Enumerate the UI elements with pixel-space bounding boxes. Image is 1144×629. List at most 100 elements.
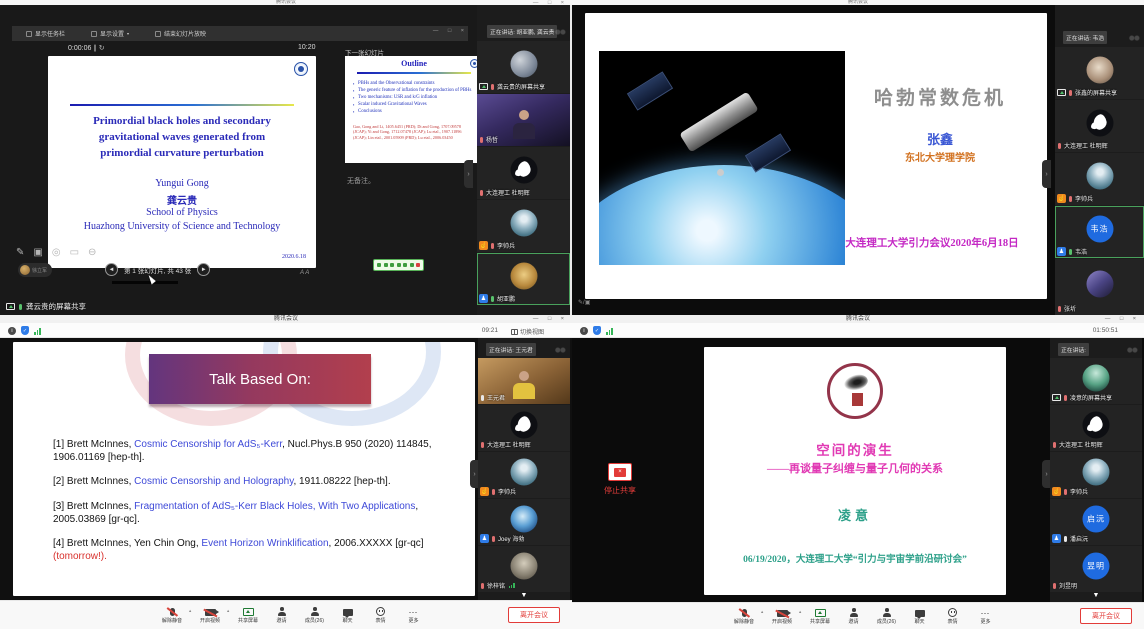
person-silhouette	[513, 123, 535, 139]
more-options-icon[interactable]: ⊖	[88, 247, 96, 258]
meeting-info-icon[interactable]: i	[8, 327, 16, 335]
avatar	[511, 412, 538, 439]
zoom-icon[interactable]: ◎	[52, 247, 61, 258]
participant-tile[interactable]: ☝李帅兵	[478, 452, 570, 498]
show-taskbar-button[interactable]: 显示任务栏	[26, 29, 65, 38]
prev-slide-button[interactable]: ◄	[105, 263, 118, 276]
window-controls[interactable]: — □ ×	[533, 316, 568, 322]
avatar	[510, 156, 537, 183]
display-settings-button[interactable]: 显示设置▾	[91, 29, 129, 38]
members-button[interactable]: 成员(26)	[298, 605, 331, 624]
author-en: Yungui Gong	[48, 178, 316, 189]
save-icon[interactable]	[410, 263, 414, 267]
arrow-icon[interactable]	[390, 263, 394, 267]
participant-tile[interactable]: 大连理工 杜明辉	[477, 147, 570, 199]
more-button[interactable]: ⋯更多	[397, 605, 430, 624]
participant-tile-speaking[interactable]: 韦浩 ♟韦浩	[1055, 206, 1144, 258]
reactions-button[interactable]: 表情	[936, 606, 969, 625]
unmute-button[interactable]: 解除静音	[728, 606, 761, 625]
participant-tile[interactable]: 昱明 刘昱明	[1050, 546, 1142, 592]
note-zoom-buttons[interactable]: A A	[300, 270, 309, 276]
share-screen-button[interactable]: 共享屏幕	[804, 606, 837, 625]
participant-tile[interactable]: 徐梓铭	[478, 546, 570, 592]
scroll-down-arrow[interactable]: ▼	[1050, 592, 1142, 599]
notes-placeholder: 无备注。	[347, 176, 375, 186]
stop-share-control[interactable]: × 停止共享	[596, 463, 644, 496]
avatar	[511, 506, 538, 533]
next-slide-button[interactable]: ►	[197, 263, 210, 276]
leave-meeting-button[interactable]: 离开会议	[508, 607, 560, 623]
invite-button[interactable]: 邀请	[837, 606, 870, 625]
slide-banner: Talk Based On:	[149, 354, 371, 404]
participant-tile-speaking[interactable]: ♟胡亚鹏	[477, 253, 570, 305]
switch-view-button[interactable]: 切换视图	[511, 327, 544, 336]
end-slideshow-button[interactable]: 结束幻灯片放映	[155, 29, 206, 38]
meeting-info-icon[interactable]: i	[580, 327, 588, 335]
more-button[interactable]: ⋯更多	[969, 606, 1002, 625]
reference-link: Event Horizon Wrinklification	[201, 538, 328, 549]
close-annotation-icon[interactable]	[416, 263, 420, 267]
chat-button[interactable]: 聊天	[331, 605, 364, 624]
participant-tile[interactable]: 大连理工 杜明辉	[1055, 100, 1144, 152]
earth-image	[599, 165, 845, 265]
pen-icon[interactable]: ✎	[16, 247, 24, 258]
participant-tile[interactable]: 启沅 ♟潘启沅	[1050, 499, 1142, 545]
mic-icon	[1064, 536, 1067, 542]
participant-tile[interactable]: 杨哲	[477, 94, 570, 146]
title-rule	[70, 104, 294, 106]
reference-link: Cosmic Censorship for AdS₅-Kerr	[134, 439, 282, 450]
pause-icon[interactable]: ∥	[93, 45, 97, 52]
mic-icon	[492, 536, 495, 542]
participant-tile[interactable]: 张圻	[1055, 259, 1144, 315]
shape-icon[interactable]	[384, 263, 388, 267]
start-video-button[interactable]: 开启视频	[194, 605, 227, 624]
leave-meeting-button[interactable]: 离开会议	[1080, 608, 1132, 624]
participant-tile[interactable]: 张鑫的屏幕共享	[1055, 47, 1144, 99]
participant-tile[interactable]: ☝李帅兵	[1050, 452, 1142, 498]
window-controls[interactable]: — □ ×	[1105, 316, 1140, 322]
eraser-icon[interactable]	[397, 263, 401, 267]
undo-icon[interactable]	[403, 263, 407, 267]
meeting-statusbar: i ✓ 09:21 切换视图	[0, 323, 572, 338]
more-icon: ⋯	[409, 609, 419, 616]
chevron-down-icon: ▾	[127, 31, 129, 36]
stop-share-icon[interactable]: ×	[608, 463, 632, 481]
chat-button[interactable]: 聊天	[903, 606, 936, 625]
annotation-mini-toolbar[interactable]	[373, 259, 424, 271]
slides-grid-icon[interactable]: ▣	[33, 247, 42, 258]
avatar	[511, 553, 538, 580]
presenter-chip-name: 徐立军	[32, 267, 47, 274]
next-slide-preview[interactable]: Outline PBHs and the Observational const…	[345, 56, 483, 163]
shared-slide: 哈勃常数危机 张鑫 东北大学理学院 大连理工大学引力会议2020年6月18日	[585, 13, 1047, 299]
avatar	[1083, 459, 1110, 486]
share-screen-button[interactable]: 共享屏幕	[232, 605, 265, 624]
references-list: [1] Brett McInnes, Cosmic Censorship for…	[53, 438, 457, 574]
start-video-button[interactable]: 开启视频	[766, 606, 799, 625]
person-silhouette	[519, 371, 529, 381]
ppt-window-controls[interactable]: — □ ×	[433, 28, 468, 34]
participant-tile[interactable]: 大连理工 杜明辉	[1050, 405, 1142, 451]
participant-sidebar: 正在讲话: 韦浩 张鑫的屏幕共享 大连理工 杜明辉 ☝李帅兵 韦浩 ♟韦浩 张圻	[1055, 5, 1144, 315]
participant-tile[interactable]: ♟Joey 海勃	[478, 499, 570, 545]
participant-tile[interactable]: 凌意的屏幕共享	[1050, 358, 1142, 404]
reference-link: Fragmentation of AdS₅-Kerr Black Holes, …	[134, 501, 415, 512]
sidebar-collapse-handle[interactable]: ›	[464, 160, 473, 188]
participant-tile[interactable]: 龚云贵的屏幕共享	[477, 41, 570, 93]
black-screen-icon[interactable]: ▭	[70, 247, 79, 258]
invite-button[interactable]: 邀请	[265, 605, 298, 624]
restart-icon[interactable]: ↻	[99, 45, 105, 52]
scroll-down-arrow[interactable]: ▼	[478, 592, 570, 599]
sidebar-collapse-handle[interactable]: ›	[1042, 160, 1051, 188]
reactions-button[interactable]: 表情	[364, 605, 397, 624]
unmute-button[interactable]: 解除静音	[156, 605, 189, 624]
progress-bar[interactable]	[112, 281, 178, 284]
avatar	[510, 209, 537, 236]
members-button[interactable]: 成员(26)	[870, 606, 903, 625]
draw-icon[interactable]	[377, 263, 381, 267]
participant-tile[interactable]: ☝李帅兵	[477, 200, 570, 252]
annotation-overlay-tools[interactable]: ✎/▣	[578, 299, 590, 306]
participant-tile[interactable]: ☝李帅兵	[1055, 153, 1144, 205]
participant-tile[interactable]: 大连理工 杜明辉	[478, 405, 570, 451]
meeting-window-top-left: 腾讯会议 — □ × 显示任务栏 显示设置▾ 结束幻灯片放映 — □ × 0:0…	[0, 0, 572, 315]
participant-tile[interactable]: 王元君	[478, 358, 570, 404]
